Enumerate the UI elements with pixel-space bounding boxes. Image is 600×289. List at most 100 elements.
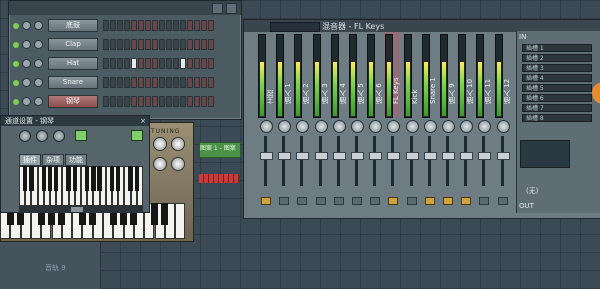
track-fx-led[interactable] xyxy=(261,197,271,205)
track-pan-knob[interactable] xyxy=(296,120,310,133)
step-button[interactable] xyxy=(145,20,151,31)
step-button[interactable] xyxy=(166,96,172,107)
track-fader-handle[interactable] xyxy=(496,152,510,160)
track-fader-handle[interactable] xyxy=(478,152,492,160)
step-button[interactable] xyxy=(124,77,130,88)
track-name[interactable]: 主控 xyxy=(265,42,273,104)
step-button[interactable] xyxy=(187,96,193,107)
target-mixer-lcd[interactable] xyxy=(131,130,143,141)
track-volume-fader[interactable] xyxy=(300,136,304,186)
step-button[interactable] xyxy=(187,20,193,31)
step-button[interactable] xyxy=(159,58,165,69)
close-icon[interactable] xyxy=(226,2,237,14)
track-name[interactable]: 插入 5 xyxy=(356,42,364,104)
step-button[interactable] xyxy=(117,58,123,69)
track-pan-knob[interactable] xyxy=(387,120,401,133)
channel-mute-led[interactable] xyxy=(13,98,19,105)
track-fx-led[interactable] xyxy=(279,197,290,205)
track-pan-knob[interactable] xyxy=(460,120,474,133)
track-name[interactable]: 插入 2 xyxy=(301,42,309,104)
track-fx-led[interactable] xyxy=(388,197,399,205)
black-key[interactable] xyxy=(47,166,53,191)
step-button[interactable] xyxy=(173,77,179,88)
track-pan-knob[interactable] xyxy=(423,120,437,133)
track-pan-knob[interactable] xyxy=(478,120,492,133)
track-pan-knob[interactable] xyxy=(314,120,328,133)
step-button[interactable] xyxy=(124,96,130,107)
channel-volume-knob[interactable] xyxy=(34,40,43,49)
track-fx-led[interactable] xyxy=(370,197,381,205)
step-button[interactable] xyxy=(152,58,158,69)
track-name[interactable]: 插入 1 xyxy=(283,42,291,104)
channel-name-button[interactable]: Snare xyxy=(48,76,98,89)
mixer-track[interactable]: 插入 12 xyxy=(494,34,510,214)
track-fx-led[interactable] xyxy=(406,197,417,205)
track-volume-fader[interactable] xyxy=(391,136,395,186)
mixer-track[interactable]: 插入 10 xyxy=(458,34,474,214)
fx-slot[interactable]: 插槽 3 xyxy=(522,64,592,72)
channel-pan-knob[interactable] xyxy=(22,78,31,87)
track-fx-led[interactable] xyxy=(479,197,490,205)
step-button[interactable] xyxy=(124,20,130,31)
track-fader-handle[interactable] xyxy=(260,152,273,160)
step-button[interactable] xyxy=(103,96,109,107)
mixer-input-label[interactable]: IN xyxy=(519,33,526,41)
pan-knob[interactable] xyxy=(36,130,48,142)
minimize-icon[interactable] xyxy=(212,2,223,14)
track-pan-knob[interactable] xyxy=(260,120,273,133)
channel-pan-knob[interactable] xyxy=(22,97,31,106)
step-button[interactable] xyxy=(110,96,116,107)
mixer-track[interactable]: 插入 5 xyxy=(349,34,364,214)
step-button[interactable] xyxy=(138,96,144,107)
volume-knob[interactable] xyxy=(19,130,31,142)
step-button[interactable] xyxy=(145,77,151,88)
step-button[interactable] xyxy=(138,39,144,50)
track-volume-fader[interactable] xyxy=(409,136,413,186)
step-button[interactable] xyxy=(201,20,207,31)
tab-0[interactable]: 插件 xyxy=(19,154,41,166)
mixer-track[interactable]: 插入 9 xyxy=(440,34,455,214)
black-key[interactable] xyxy=(29,166,34,191)
channel-volume-knob[interactable] xyxy=(34,21,43,30)
track-volume-fader[interactable] xyxy=(427,136,431,186)
pattern-clip[interactable]: 图案 1 - 图案 xyxy=(199,142,241,158)
track-pan-knob[interactable] xyxy=(369,120,383,133)
track-volume-fader[interactable] xyxy=(264,136,267,186)
step-button[interactable] xyxy=(152,39,158,50)
fx-slot[interactable]: 插槽 7 xyxy=(522,104,592,112)
step-button[interactable] xyxy=(173,39,179,50)
pitch-knob[interactable] xyxy=(53,130,65,142)
channel-volume-knob[interactable] xyxy=(34,97,43,106)
channel-name-button[interactable]: Hat xyxy=(48,57,98,70)
mixer-track[interactable]: Snare 1 xyxy=(421,34,437,214)
channel-pan-knob[interactable] xyxy=(22,40,31,49)
mixer-track[interactable]: Kick xyxy=(403,34,419,214)
step-button[interactable] xyxy=(173,20,179,31)
track-pan-knob[interactable] xyxy=(278,120,292,133)
step-button[interactable] xyxy=(166,58,172,69)
track-fx-led[interactable] xyxy=(315,197,326,205)
mixer-fx-none-label[interactable]: (无) xyxy=(526,186,538,196)
black-key[interactable] xyxy=(97,166,102,191)
black-key[interactable] xyxy=(109,166,115,191)
step-button[interactable] xyxy=(131,39,137,50)
step-button[interactable] xyxy=(103,20,109,31)
black-key[interactable] xyxy=(23,166,28,191)
step-button[interactable] xyxy=(180,39,186,50)
channel-mute-led[interactable] xyxy=(13,22,19,29)
channel-settings-titlebar[interactable]: 通道设置 - 钢琴 × xyxy=(1,116,149,126)
step-button[interactable] xyxy=(152,96,158,107)
track-fader-handle[interactable] xyxy=(405,152,419,160)
step-button[interactable] xyxy=(152,20,158,31)
track-name[interactable]: 插入 9 xyxy=(447,42,455,104)
fx-slot[interactable]: 插槽 6 xyxy=(522,94,592,102)
track-fader-handle[interactable] xyxy=(442,152,455,160)
black-key[interactable] xyxy=(161,203,169,226)
step-button[interactable] xyxy=(194,20,200,31)
track-fx-led[interactable] xyxy=(333,197,344,205)
step-button[interactable] xyxy=(159,39,165,50)
track-fader-handle[interactable] xyxy=(387,152,401,160)
step-button[interactable] xyxy=(131,96,137,107)
track-name[interactable]: 插入 12 xyxy=(502,42,510,104)
black-key[interactable] xyxy=(72,166,77,191)
